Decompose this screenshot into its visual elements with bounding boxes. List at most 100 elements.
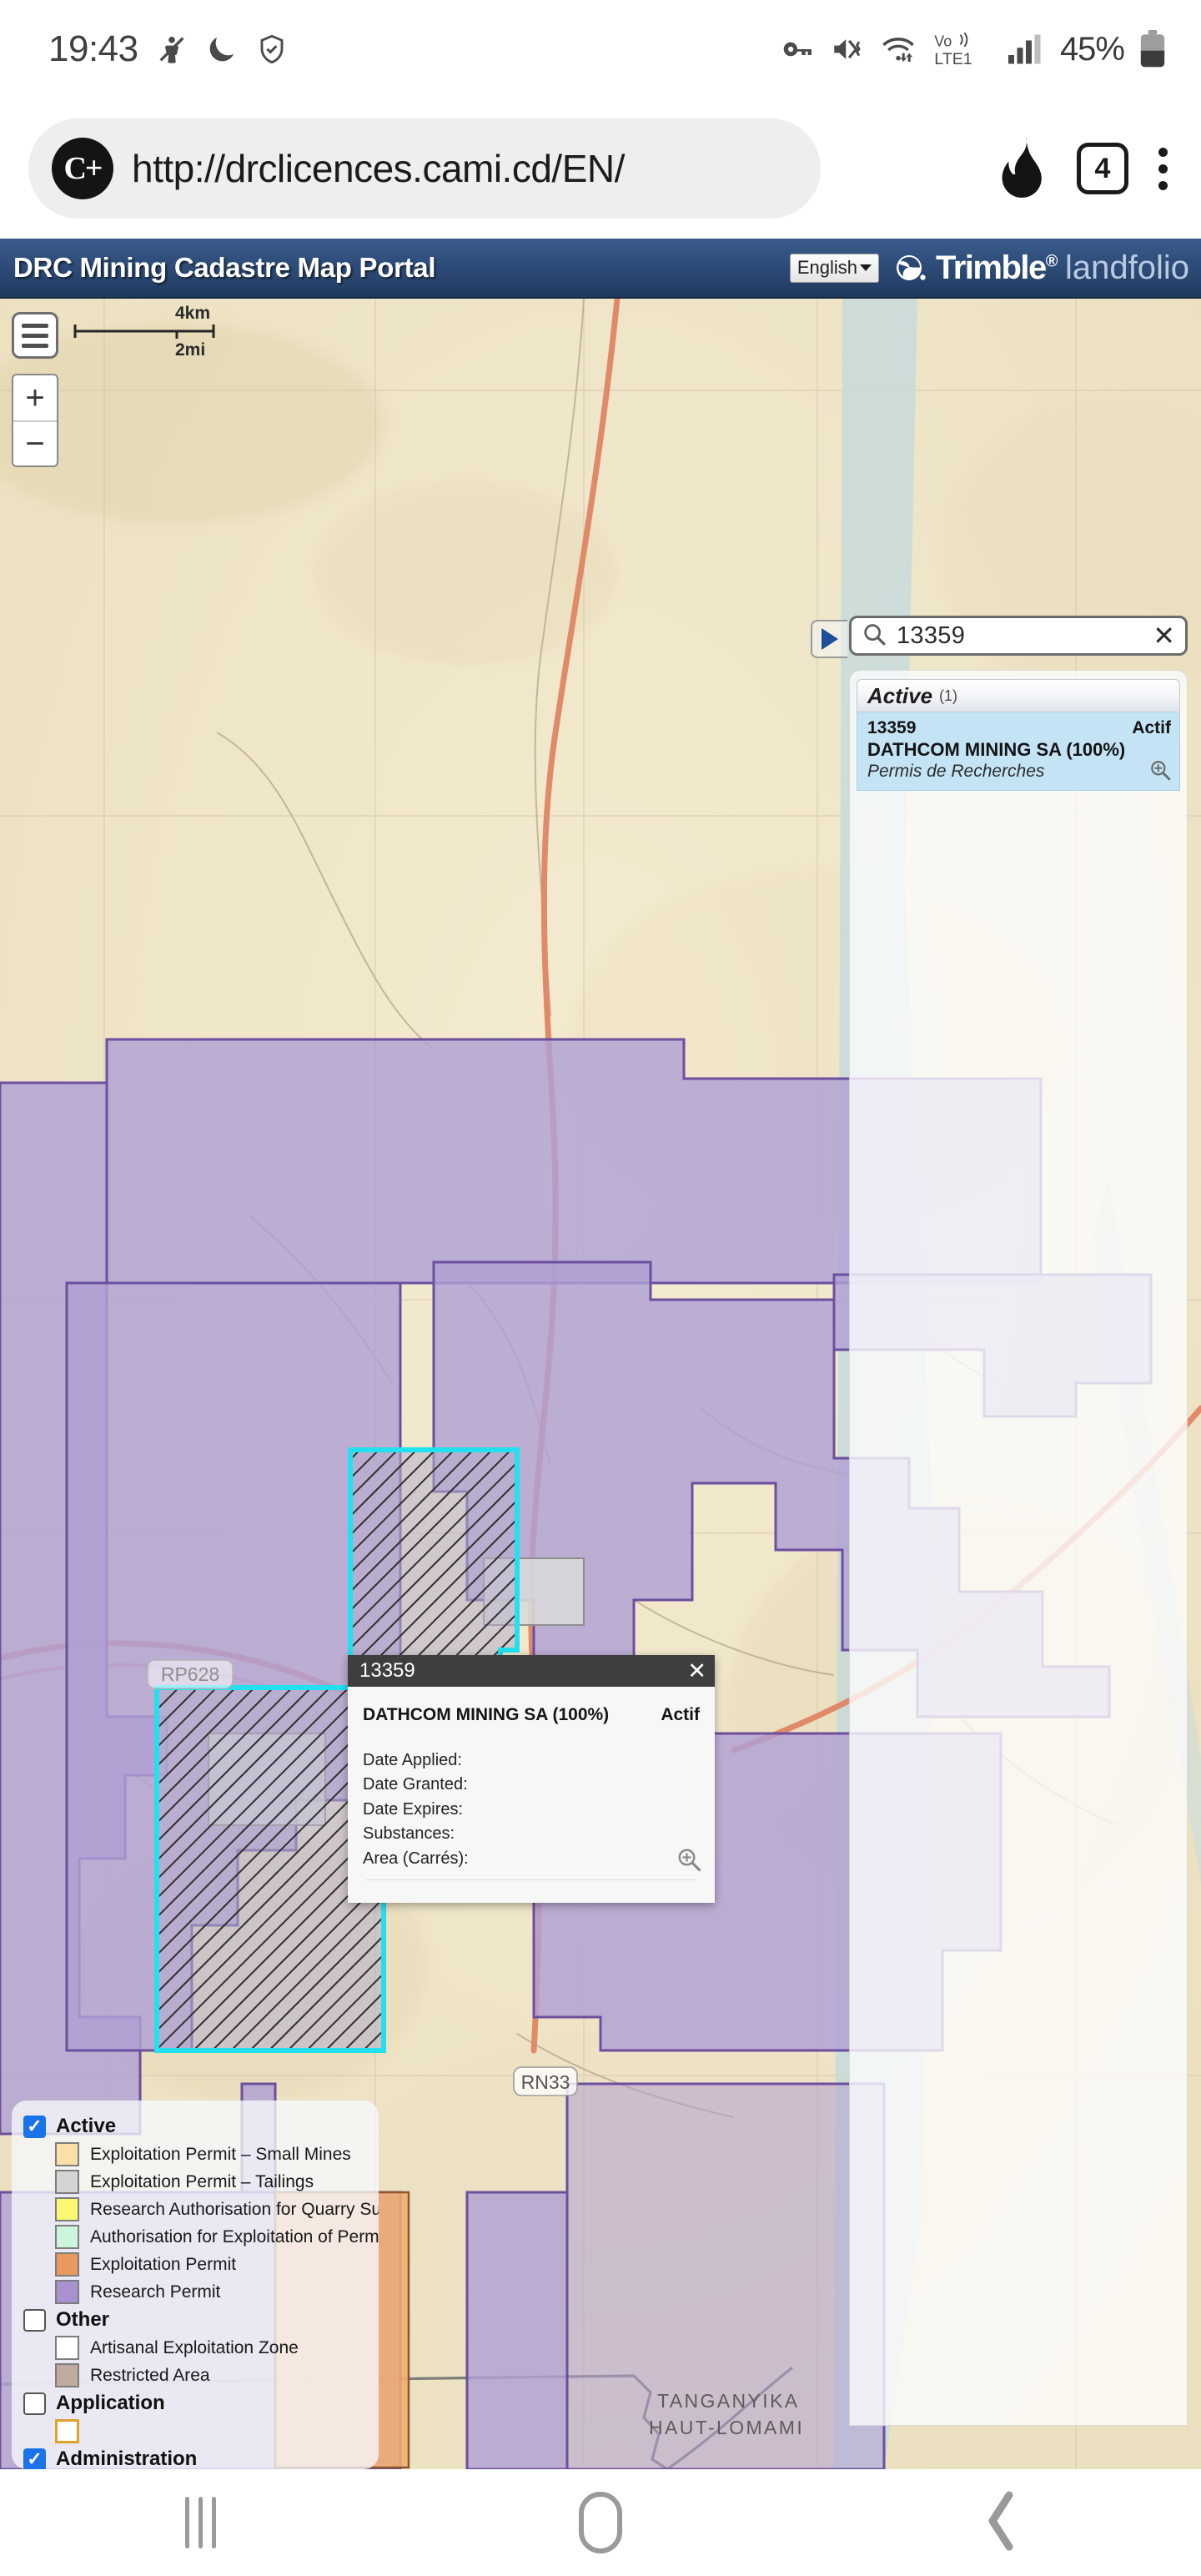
legend-item-label: Research Permit — [90, 2282, 220, 2302]
browser-toolbar: C+ http://drclicences.cami.cd/EN/ 4 — [0, 98, 1201, 239]
result-permit-type: Permis de Recherches — [867, 762, 1171, 782]
map-road-label-rn33: RN33 — [514, 2067, 577, 2096]
legend-swatch — [55, 2225, 79, 2249]
language-selector[interactable]: English — [790, 254, 879, 283]
legend-group-label: Application — [56, 2392, 165, 2415]
page-title: DRC Mining Cadastre Map Portal — [0, 252, 435, 284]
url-text[interactable]: http://drclicences.cami.cd/EN/ — [132, 146, 625, 191]
zoom-in-button[interactable]: + — [13, 375, 57, 420]
popup-body: DATHCOM MINING SA (100%) Actif Date Appl… — [348, 1687, 715, 1903]
tab-count-button[interactable]: 4 — [1077, 143, 1128, 194]
legend-item-label: Authorisation for Exploitation of Perman… — [90, 2227, 379, 2247]
legend-item-label: Restricted Area — [90, 2366, 210, 2386]
portal-header: DRC Mining Cadastre Map Portal English T… — [0, 239, 1201, 299]
search-icon — [862, 621, 887, 651]
night-mode-icon — [205, 33, 239, 66]
map-road-label-rp628: RP628 — [148, 1660, 233, 1688]
zoom-to-feature-icon[interactable] — [676, 1847, 701, 1876]
popup-status-badge: Actif — [661, 1705, 700, 1725]
legend-swatch — [55, 2142, 79, 2166]
scale-bar-graphic — [73, 322, 215, 340]
status-bar-clock: 19:43 — [48, 28, 138, 70]
landfolio-wordmark: landfolio — [1065, 249, 1189, 287]
legend-item-label: Exploitation Permit – Small Mines — [90, 2145, 351, 2165]
legend-group-administration: ✓ Administration — [23, 2445, 379, 2469]
legend-group-header[interactable]: ✓ Administration — [23, 2445, 379, 2469]
battery-icon — [1139, 30, 1166, 68]
popup-holder-name: DATHCOM MINING SA (100%) — [363, 1705, 609, 1725]
status-bar-left: 19:43 — [0, 28, 289, 70]
hamburger-menu-icon[interactable] — [12, 312, 58, 359]
checkmark-icon: ✓ — [27, 2117, 42, 2136]
legend-checkbox-administration[interactable]: ✓ — [23, 2448, 46, 2470]
legend-group-header[interactable]: Application — [23, 2389, 379, 2418]
language-selector-label: English — [797, 257, 857, 279]
legend-checkbox-application[interactable] — [23, 2392, 46, 2415]
vpn-key-icon — [780, 32, 815, 67]
address-bar[interactable]: C+ http://drclicences.cami.cd/EN/ — [28, 118, 821, 219]
legend-group-header[interactable]: ✓ Active — [23, 2112, 379, 2141]
svg-text:RN33: RN33 — [521, 2071, 570, 2093]
search-input[interactable]: 13359 — [897, 622, 1143, 650]
legend-item[interactable]: Research Permit — [55, 2278, 379, 2306]
popup-title: 13359 — [359, 1659, 415, 1683]
legend-checkbox-active[interactable]: ✓ — [23, 2116, 46, 2138]
legend-item-label: Exploitation Permit – Tailings — [90, 2172, 314, 2192]
panel-collapse-button[interactable] — [811, 620, 847, 658]
back-button[interactable] — [801, 2490, 1201, 2556]
legend-group-label: Active — [56, 2115, 116, 2138]
zoom-out-button[interactable]: − — [13, 420, 57, 465]
legend-swatch — [55, 2336, 79, 2360]
legend-item-label: Research Authorisation for Quarry Substa… — [90, 2200, 379, 2220]
legend-group-label: Administration — [56, 2448, 197, 2469]
legend-checkbox-other[interactable] — [23, 2309, 46, 2332]
legend-item[interactable]: Artisanal Exploitation Zone — [55, 2334, 379, 2362]
android-nav-bar — [0, 2469, 1201, 2576]
legend-item[interactable] — [55, 2418, 379, 2445]
signal-bars-icon — [1007, 32, 1045, 67]
home-button[interactable] — [400, 2492, 801, 2553]
battery-percent-label: 45% — [1060, 31, 1124, 68]
map-canvas[interactable]: RP628 RN33 RN33 TANGANYIKA HAUT-LOMAMI +… — [0, 299, 1201, 2469]
clear-x-icon[interactable]: ✕ — [1153, 622, 1175, 649]
legend-item[interactable]: Authorisation for Exploitation of Perman… — [55, 2223, 379, 2251]
search-results-panel[interactable]: Active (1) 13359 Actif DATHCOM MINING SA… — [849, 670, 1188, 2426]
results-group-header[interactable]: Active (1) — [857, 679, 1180, 712]
do-not-disturb-icon — [155, 33, 188, 66]
result-row-top: 13359 Actif — [867, 718, 1171, 738]
legend-item[interactable]: Exploitation Permit – Small Mines — [55, 2141, 379, 2168]
popup-field-list: Date Applied: Date Granted: Date Expires… — [363, 1748, 700, 1871]
home-icon — [579, 2492, 622, 2553]
feature-info-popup[interactable]: 13359 ✕ DATHCOM MINING SA (100%) Actif D… — [348, 1655, 715, 1903]
map-legend-panel[interactable]: ✓ Active Exploitation Permit – Small Min… — [12, 2101, 379, 2469]
browser-actions: 4 — [997, 136, 1201, 202]
close-x-icon[interactable]: ✕ — [687, 1660, 706, 1683]
results-group-title: Active — [867, 683, 932, 709]
legend-group-active: ✓ Active Exploitation Permit – Small Min… — [23, 2112, 379, 2306]
kebab-menu-icon[interactable] — [1158, 148, 1168, 190]
popup-field-date-expires: Date Expires: — [363, 1798, 700, 1822]
zoom-to-feature-icon[interactable] — [1149, 759, 1171, 785]
flame-icon[interactable] — [997, 136, 1047, 202]
legend-item[interactable]: Exploitation Permit – Tailings — [55, 2168, 379, 2196]
recents-button[interactable] — [0, 2497, 400, 2548]
legend-item[interactable]: Restricted Area — [55, 2362, 379, 2389]
scale-label-mi: 2mi — [175, 340, 205, 360]
search-box[interactable]: 13359 ✕ — [849, 616, 1188, 656]
legend-item[interactable]: Research Authorisation for Quarry Substa… — [55, 2196, 379, 2223]
province-label-haut-lomami: HAUT-LOMAMI — [649, 2417, 804, 2438]
map-scale-bar: 4km 2mi — [73, 322, 215, 345]
site-identity-badge: C+ — [52, 138, 113, 199]
volte-lte1-icon: VoLTE1 — [932, 31, 992, 68]
legend-swatch — [55, 2170, 79, 2194]
svg-text:RP628: RP628 — [161, 1663, 219, 1685]
legend-item[interactable]: Exploitation Permit — [55, 2251, 379, 2278]
zoom-controls: + − — [12, 374, 58, 467]
popup-summary-row: DATHCOM MINING SA (100%) Actif — [363, 1705, 700, 1725]
svg-text:Vo: Vo — [934, 33, 952, 50]
trimble-mark-icon — [894, 251, 927, 284]
search-result-row[interactable]: 13359 Actif DATHCOM MINING SA (100%) Per… — [857, 712, 1180, 791]
result-licence-id: 13359 — [867, 718, 916, 738]
legend-swatch — [55, 2252, 79, 2277]
legend-group-header[interactable]: Other — [23, 2306, 379, 2334]
